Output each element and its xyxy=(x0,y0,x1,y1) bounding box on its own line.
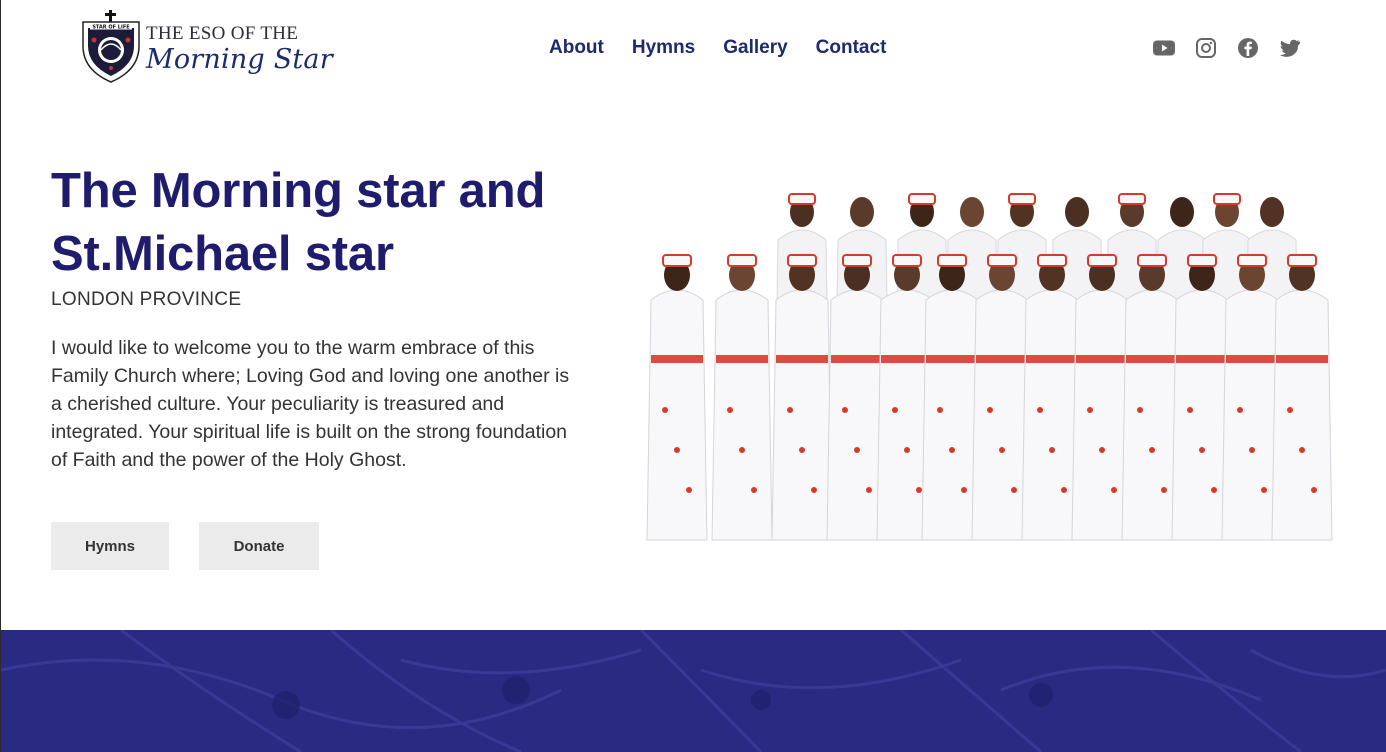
logo-line-1: THE ESO OF THE xyxy=(146,23,299,44)
nav-gallery[interactable]: Gallery xyxy=(723,36,787,60)
logo-line-2: Morning Star xyxy=(146,44,333,75)
nav-about[interactable]: About xyxy=(549,36,604,60)
facebook-icon[interactable] xyxy=(1236,36,1260,60)
site-logo[interactable]: STAR OF LIFE THE ESO OF THE Morning Star xyxy=(80,10,333,84)
hero-welcome-text: I would like to welcome you to the warm … xyxy=(51,337,570,471)
congregation-group-photo xyxy=(646,193,1333,541)
youtube-icon[interactable] xyxy=(1152,36,1176,60)
hymns-button[interactable]: Hymns xyxy=(51,522,169,570)
shield-logo-icon: STAR OF LIFE xyxy=(82,10,140,83)
cathedral-ceiling-banner xyxy=(1,630,1386,752)
hero-title: The Morning star and St.Michael star xyxy=(51,164,546,281)
social-links xyxy=(1152,36,1302,60)
logo-badge-text: STAR OF LIFE xyxy=(92,25,130,31)
hero-subtitle: LONDON PROVINCE xyxy=(51,289,242,310)
nav-contact[interactable]: Contact xyxy=(816,36,887,60)
instagram-icon[interactable] xyxy=(1194,36,1218,60)
twitter-icon[interactable] xyxy=(1278,36,1302,60)
nav-hymns[interactable]: Hymns xyxy=(632,36,695,60)
donate-button[interactable]: Donate xyxy=(199,522,319,570)
main-nav: About Hymns Gallery Contact xyxy=(549,36,886,60)
